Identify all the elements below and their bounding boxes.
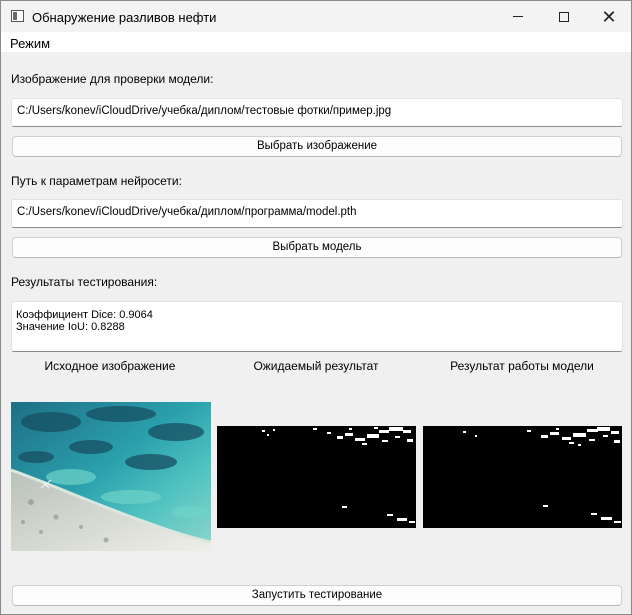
model-path-label: Путь к параметрам нейросети:	[11, 174, 182, 188]
title-bar[interactable]: Обнаружение разливов нефти ✕	[1, 1, 631, 32]
results-label: Результаты тестирования:	[11, 275, 158, 289]
source-image	[11, 402, 211, 551]
iou-result: Значение IoU: 0.8288	[16, 321, 125, 333]
dice-result: Коэффициент Dice: 0.9064	[16, 309, 153, 321]
image-path-label: Изображение для проверки модели:	[11, 72, 214, 86]
run-testing-button[interactable]: Запустить тестирование	[12, 585, 622, 606]
minimize-icon	[513, 16, 523, 17]
model-result-caption: Результат работы модели	[450, 359, 594, 373]
menu-mode[interactable]: Режим	[10, 36, 50, 51]
model-result-image	[423, 426, 622, 528]
choose-model-button[interactable]: Выбрать модель	[12, 237, 622, 258]
minimize-button[interactable]	[495, 1, 541, 32]
app-window-icon	[11, 10, 24, 22]
results-box[interactable]: Коэффициент Dice: 0.9064 Значение IoU: 0…	[11, 301, 623, 352]
image-path-field[interactable]: C:/Users/konev/iCloudDrive/учебка/диплом…	[11, 98, 623, 127]
maximize-icon	[559, 11, 569, 22]
choose-image-button[interactable]: Выбрать изображение	[12, 136, 622, 157]
maximize-button[interactable]	[541, 1, 587, 32]
close-icon: ✕	[601, 6, 617, 27]
app-window: Обнаружение разливов нефти ✕ Режим Изобр…	[0, 0, 632, 615]
expected-result-caption: Ожидаемый результат	[253, 359, 379, 373]
window-title: Обнаружение разливов нефти	[32, 10, 217, 25]
menu-bar: Режим	[1, 32, 631, 52]
close-button[interactable]: ✕	[586, 1, 632, 32]
model-path-field[interactable]: C:/Users/konev/iCloudDrive/учебка/диплом…	[11, 199, 623, 228]
source-image-caption: Исходное изображение	[44, 359, 176, 373]
expected-result-image	[217, 426, 416, 528]
